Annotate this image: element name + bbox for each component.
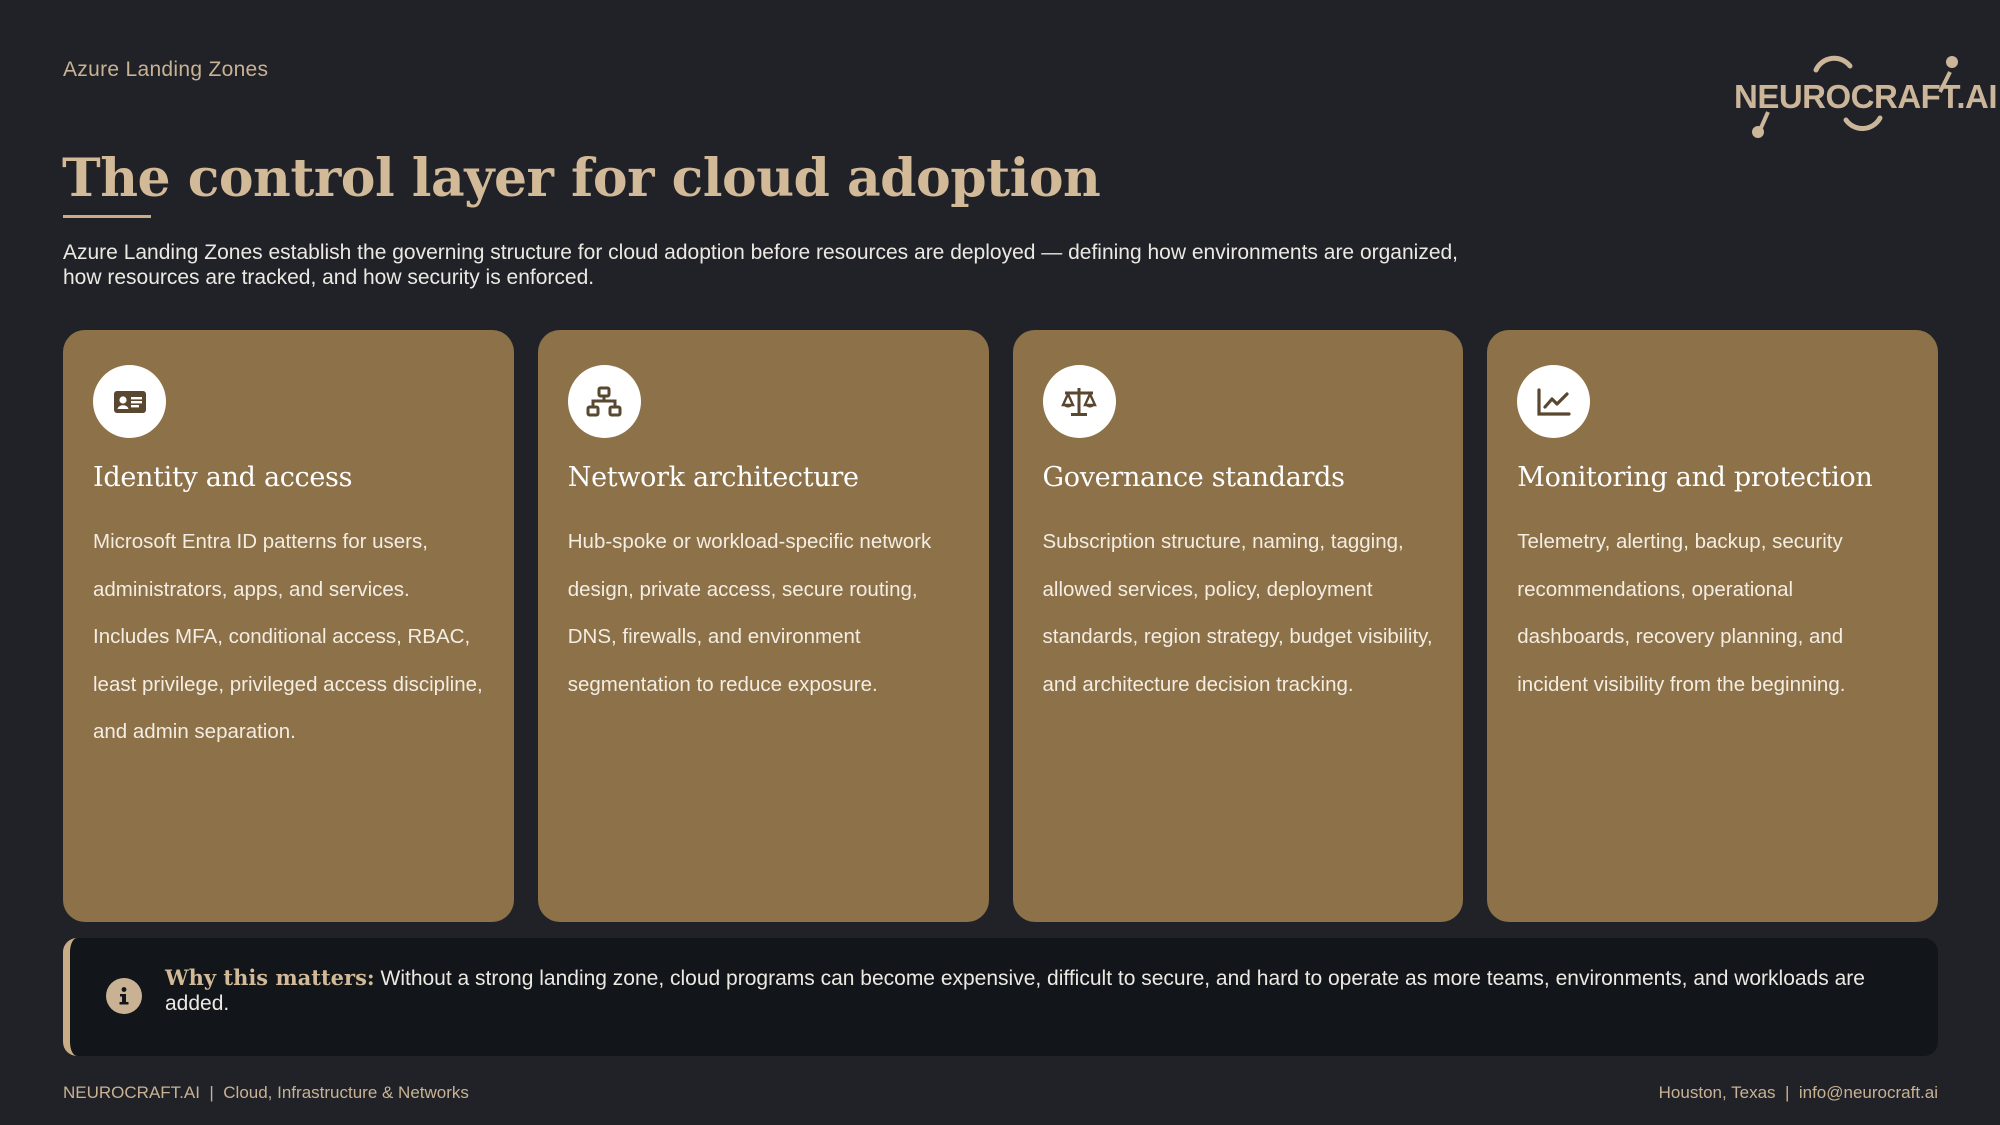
why-this-matters-callout: Why this matters: Without a strong landi… (63, 938, 1938, 1056)
card-governance: Governance standards Subscription struct… (1012, 330, 1464, 922)
chart-line-icon (1517, 365, 1591, 438)
footer-right-text: Houston, Texas | info@neurocraft.ai (1658, 1083, 1938, 1102)
card-monitoring: Monitoring and protection Telemetry, ale… (1487, 330, 1938, 922)
callout-text: Why this matters: Without a strong landi… (165, 965, 1885, 1016)
callout-label: Why this matters: (165, 965, 375, 990)
footer-contact: Houston, Texas | info@neurocraft.ai (1659, 1083, 1938, 1103)
card-title: Network architecture (567, 462, 859, 493)
callout-body: Without a strong landing zone, cloud pro… (165, 967, 1865, 1015)
card-network: Network architecture Hub-spoke or worklo… (537, 330, 989, 922)
brand-logo: NEUROCRAFT.AI (1728, 52, 1998, 142)
logo-text: NEUROCRAFT.AI (1734, 78, 1998, 115)
card-body: Subscription structure, naming, tagging,… (1042, 530, 1433, 696)
pillar-cards: Identity and access Microsoft Entra ID p… (63, 330, 1938, 922)
title-underline (63, 215, 151, 218)
footer-left-text: NEUROCRAFT.AI | Cloud, Infrastructure & … (63, 1083, 469, 1102)
card-identity: Identity and access Microsoft Entra ID p… (63, 330, 514, 922)
card-body: Hub-spoke or workload-specific network d… (567, 530, 932, 696)
scales-icon (1042, 365, 1116, 438)
footer-brand: NEUROCRAFT.AI | Cloud, Infrastructure & … (63, 1083, 469, 1103)
info-icon (106, 978, 142, 1014)
card-body: Microsoft Entra ID patterns for users, a… (93, 530, 483, 743)
id-card-icon (93, 365, 166, 438)
card-title: Identity and access (93, 462, 353, 493)
intro-paragraph: Azure Landing Zones establish the govern… (63, 241, 1459, 289)
card-body: Telemetry, alerting, backup, security re… (1517, 530, 1846, 696)
network-icon (567, 365, 641, 438)
eyebrow-label: Azure Landing Zones (63, 58, 269, 81)
card-title: Governance standards (1042, 462, 1345, 493)
page-title: The control layer for cloud adoption (62, 148, 1101, 209)
card-title: Monitoring and protection (1517, 462, 1873, 493)
